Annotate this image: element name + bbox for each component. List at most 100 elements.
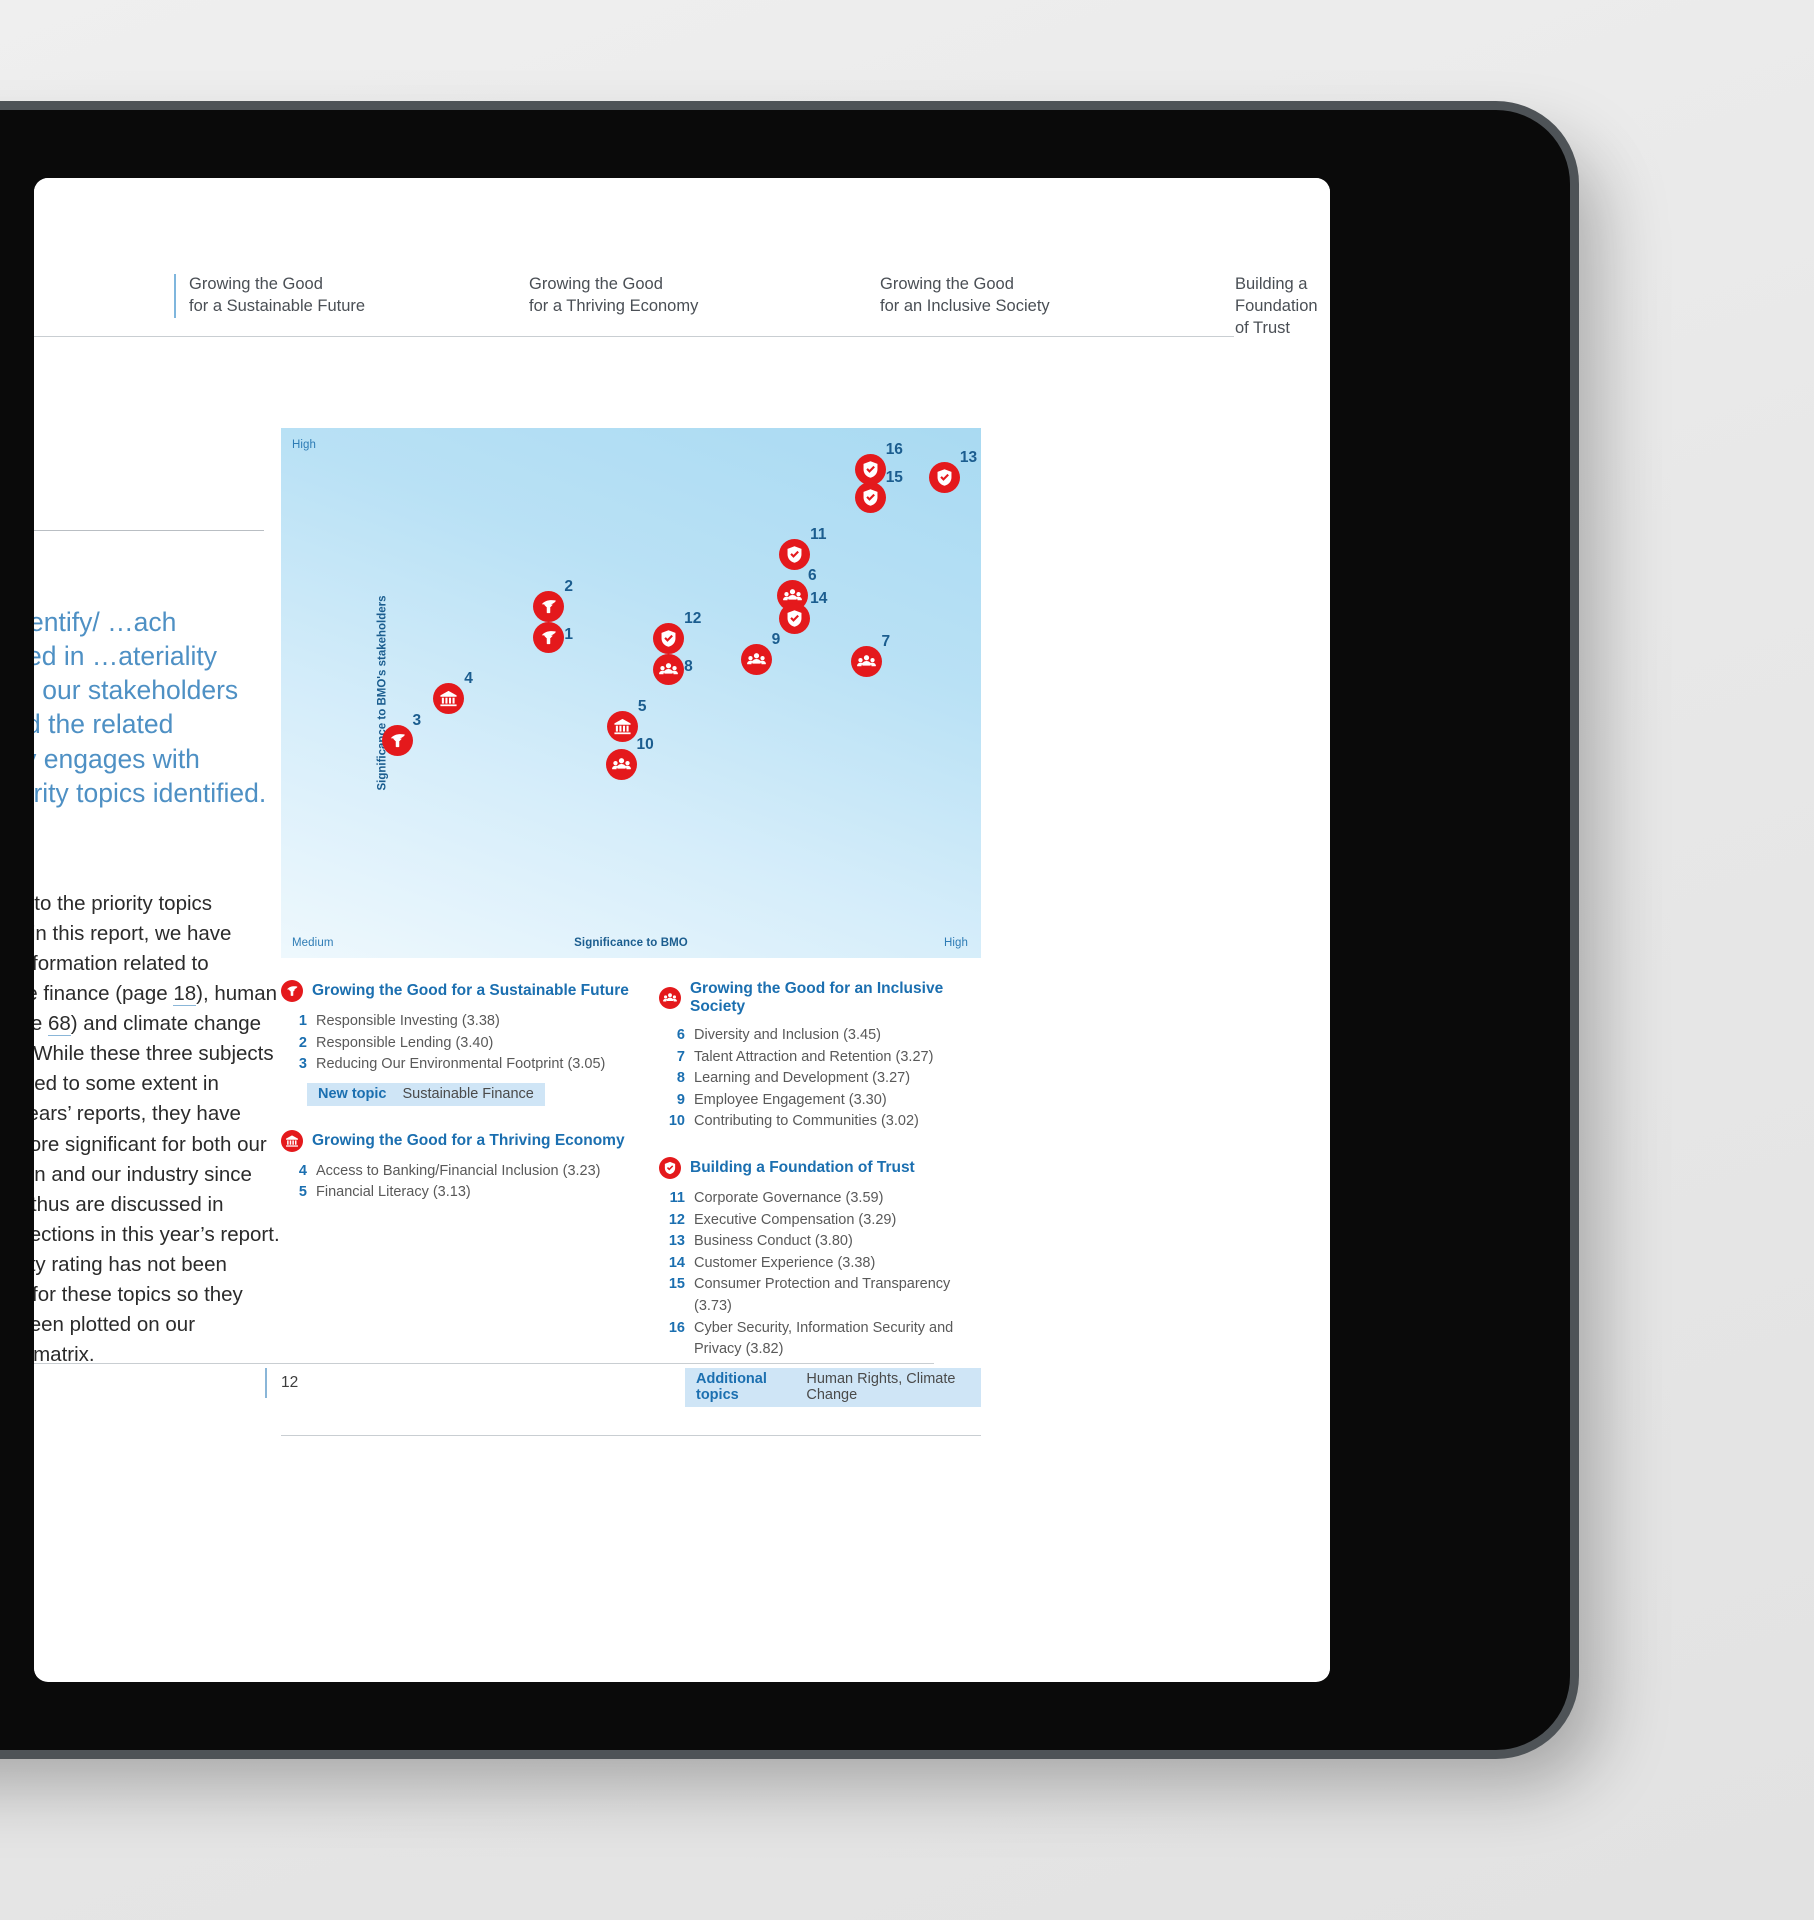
matrix-marker-14[interactable]: 14	[779, 590, 827, 635]
header-item-foundation-of-trust[interactable]: Building a Foundation of Trust	[1222, 274, 1318, 339]
matrix-marker-number: 13	[959, 448, 978, 466]
matrix-marker-16[interactable]: 16	[854, 441, 903, 485]
matrix-marker-number: 6	[808, 567, 817, 585]
header-item-line2: for a Sustainable Future	[189, 296, 366, 315]
legend-group-title: Growing the Good for a Thriving Economy	[312, 1131, 625, 1149]
legend-tag-sustainable-future: New topic Sustainable Finance	[307, 1082, 545, 1106]
matrix-marker-3[interactable]: 3	[381, 712, 421, 756]
legend-item-number: 1	[298, 1013, 307, 1029]
legend-item-label: Responsible Investing (3.38)	[316, 1013, 500, 1029]
matrix-marker-8[interactable]: 8	[653, 653, 693, 685]
matrix-marker-number: 11	[810, 526, 827, 544]
legend-group-inclusive-society: Growing the Good for an Inclusive Societ…	[659, 980, 981, 1133]
page-ref-68[interactable]: 68	[47, 1012, 71, 1036]
bank-icon	[613, 717, 632, 736]
legend-item[interactable]: 13 Business Conduct (3.80)	[659, 1231, 981, 1253]
legend-item-label: Executive Compensation (3.29)	[694, 1211, 897, 1228]
legend-item[interactable]: 15 Consumer Protection and Transparency (…	[659, 1274, 981, 1317]
header-item-inclusive-society[interactable]: Growing the Good for an Inclusive Societ…	[867, 274, 1050, 318]
legend-item[interactable]: 5 Financial Literacy (3.13)	[281, 1182, 631, 1204]
matrix-marker-4[interactable]: 4	[433, 670, 473, 715]
y-axis-title: Significance to BMO's stakeholders	[376, 595, 389, 791]
legend-bottom-divider	[281, 1434, 981, 1436]
legend-item[interactable]: 12 Executive Compensation (3.29)	[659, 1210, 981, 1232]
footer-separator	[265, 1368, 267, 1398]
header-item-line1: Growing the Good	[189, 275, 323, 293]
header-item-line1: Growing the Good	[529, 275, 663, 293]
people-icon	[856, 652, 876, 671]
bank-icon	[281, 1129, 303, 1152]
matrix-marker-5[interactable]: 5	[606, 698, 647, 742]
shield-check-icon	[659, 1156, 681, 1179]
legend-group-header[interactable]: Growing the Good for an Inclusive Societ…	[659, 980, 981, 1016]
matrix-marker-10[interactable]: 10	[605, 736, 654, 781]
body-column-right: In addition to the priority topics discu…	[34, 889, 282, 1371]
legend-item[interactable]: 3 Reducing Our Environmental Footprint (3…	[281, 1054, 631, 1076]
matrix-marker-13[interactable]: 13	[928, 449, 977, 493]
legend-group-header[interactable]: Building a Foundation of Trust	[659, 1156, 981, 1179]
legend-item[interactable]: 2 Responsible Lending (3.40)	[281, 1033, 631, 1055]
legend-item-label: Access to Banking/Financial Inclusion (3…	[316, 1162, 601, 1179]
header-item-line2: for a Thriving Economy	[529, 296, 699, 315]
footer-page-number: 12	[281, 1374, 299, 1391]
legend-tag-label: Additional topics	[696, 1370, 767, 1403]
legend-group-title: Growing the Good for an Inclusive Societ…	[690, 980, 944, 1015]
matrix-marker-number: 9	[771, 631, 781, 649]
legend-item-number: 13	[668, 1233, 685, 1250]
legend-item[interactable]: 7 Talent Attraction and Retention (3.27)	[659, 1047, 981, 1069]
legend-tag-label: New topic	[318, 1085, 387, 1102]
legend-item[interactable]: 8 Learning and Development (3.27)	[659, 1068, 981, 1090]
legend-item[interactable]: 14 Customer Experience (3.38)	[659, 1253, 981, 1275]
people-icon	[746, 650, 766, 669]
matrix-marker-number: 8	[684, 657, 693, 675]
page-ref-18[interactable]: 18	[173, 981, 197, 1006]
legend-group-title: Growing the Good for a Sustainable Futur…	[312, 982, 629, 999]
legend-item[interactable]: 10 Contributing to Communities (3.02)	[659, 1111, 981, 1133]
legend-item-number: 11	[669, 1189, 685, 1206]
legend-item-label: Cyber Security, Information Security and…	[694, 1319, 954, 1358]
legend-item-label: Reducing Our Environmental Footprint (3.…	[316, 1056, 606, 1073]
header-item-line2: Foundation of Trust	[1235, 296, 1318, 337]
materiality-matrix: High Medium High Significance to BMO Sig…	[281, 428, 981, 1436]
shield-check-icon	[861, 488, 880, 507]
shield-check-icon	[785, 545, 804, 564]
legend-item-label: Talent Attraction and Retention (3.27)	[694, 1048, 934, 1065]
page-header-nav: Growing the Good for a Sustainable Futur…	[34, 274, 1318, 337]
legend-item-number: 9	[676, 1091, 685, 1108]
legend-item[interactable]: 9 Employee Engagement (3.30)	[659, 1090, 981, 1112]
header-item-thriving-economy[interactable]: Growing the Good for a Thriving Economy	[516, 274, 698, 318]
matrix-marker-11[interactable]: 11	[779, 526, 826, 571]
legend-group-header[interactable]: Growing the Good for a Thriving Economy	[281, 1129, 631, 1152]
matrix-marker-1[interactable]: 1	[533, 621, 573, 653]
legend-item[interactable]: 1 Responsible Investing (3.38)	[281, 1011, 631, 1033]
legend-item-label: Consumer Protection and Transparency (3.…	[694, 1276, 951, 1314]
leaf-arrow-icon	[539, 628, 558, 647]
legend-item-number: 7	[676, 1048, 685, 1065]
matrix-marker-number: 5	[637, 697, 647, 715]
matrix-marker-12[interactable]: 12	[653, 610, 701, 655]
header-item-line2: for an Inclusive Society	[880, 296, 1050, 315]
matrix-marker-number: 15	[885, 468, 903, 486]
legend-group-foundation-of-trust: Building a Foundation of Trust 11 Corporat…	[659, 1156, 981, 1407]
legend-item[interactable]: 16 Cyber Security, Information Security a…	[659, 1318, 981, 1361]
matrix-marker-number: 7	[881, 633, 891, 651]
header-item-sustainable-future[interactable]: Growing the Good for a Sustainable Futur…	[174, 274, 365, 318]
legend-item-label: Business Conduct (3.80)	[694, 1233, 853, 1250]
matrix-marker-2[interactable]: 2	[533, 578, 573, 623]
legend-group-thriving-economy: Growing the Good for a Thriving Economy 4…	[281, 1129, 631, 1204]
matrix-marker-number: 14	[810, 590, 828, 608]
legend-item[interactable]: 4 Access to Banking/Financial Inclusion (…	[281, 1161, 631, 1183]
legend-group-header[interactable]: Growing the Good for a Sustainable Futur…	[281, 980, 631, 1002]
matrix-marker-15[interactable]: 15	[854, 469, 903, 513]
footer-divider	[34, 1363, 934, 1364]
content-divider	[34, 530, 264, 531]
legend-item[interactable]: 6 Diversity and Inclusion (3.45)	[659, 1025, 981, 1047]
legend-item[interactable]: 11 Corporate Governance (3.59)	[659, 1188, 981, 1210]
matrix-marker-7[interactable]: 7	[850, 633, 890, 678]
matrix-marker-9[interactable]: 9	[740, 631, 780, 676]
matrix-marker-number: 3	[412, 711, 422, 729]
matrix-marker-number: 4	[464, 670, 473, 688]
legend-item-number: 16	[668, 1319, 685, 1336]
legend-item-number: 5	[298, 1184, 307, 1201]
tablet-device: Growing the Good for a Sustainable Futur…	[0, 110, 1570, 1750]
